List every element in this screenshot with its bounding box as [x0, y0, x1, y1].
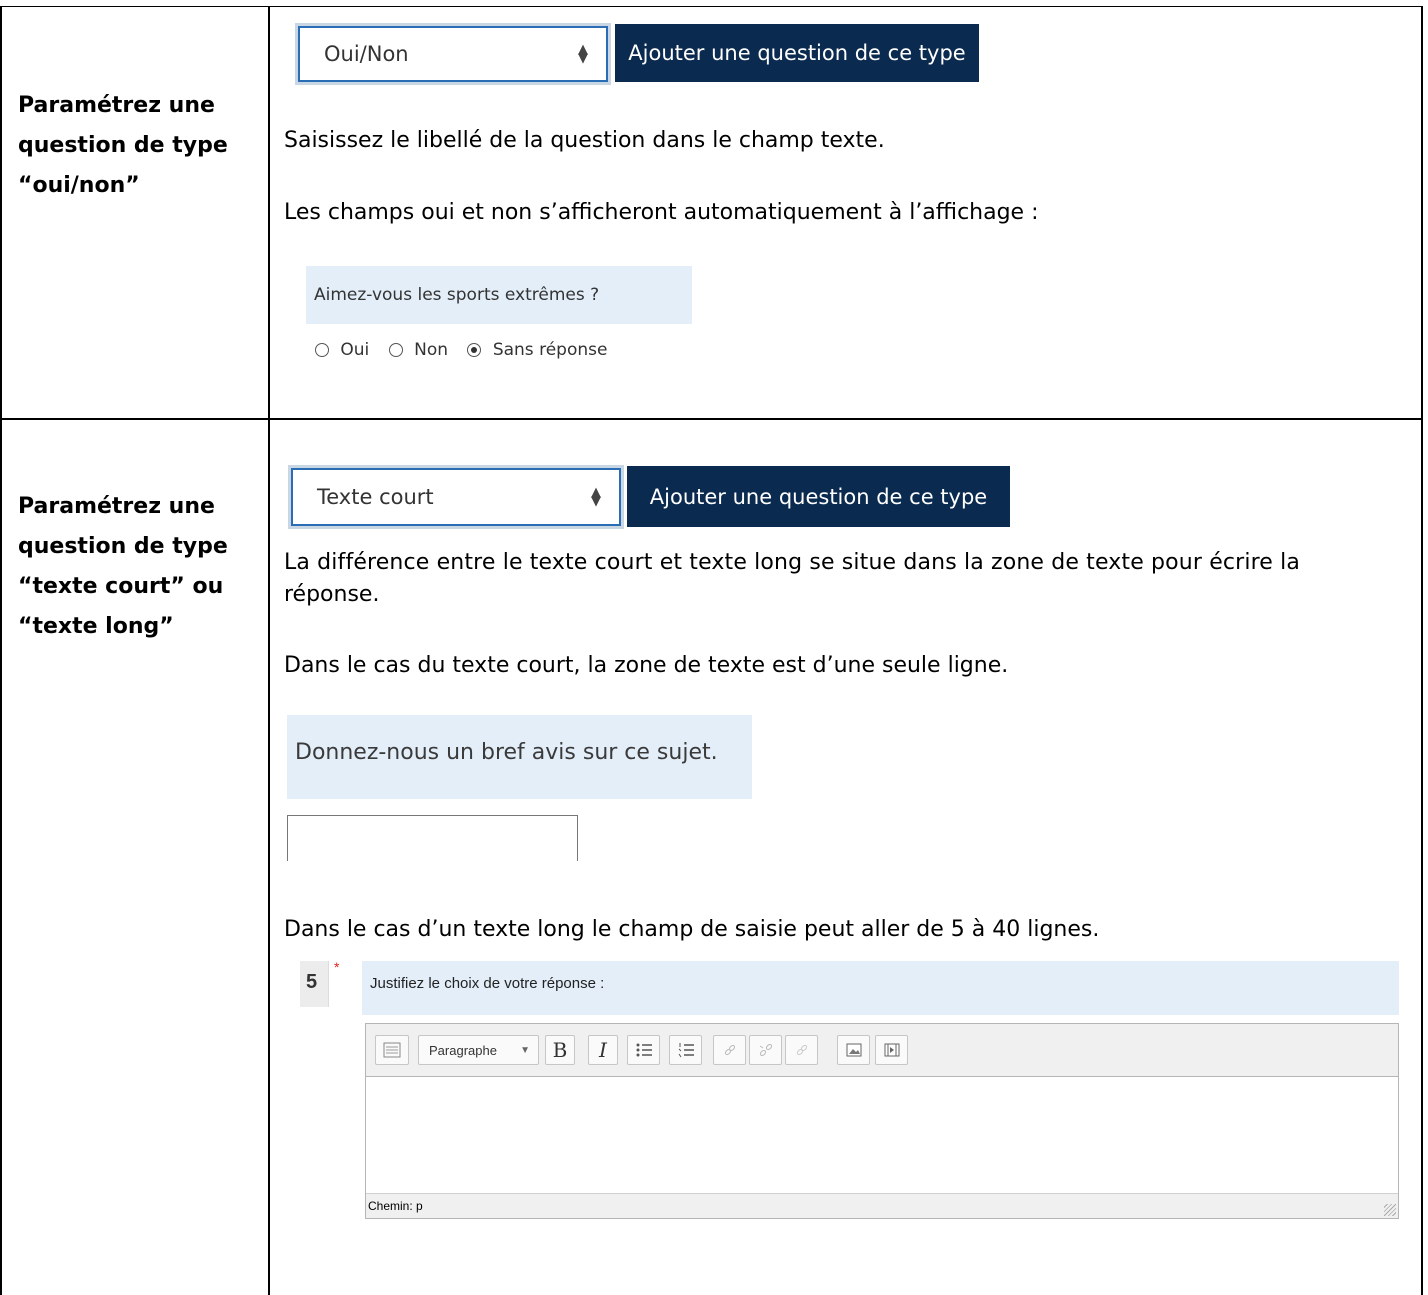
- row2-label-line: “texte long”: [18, 614, 174, 639]
- image-button[interactable]: [837, 1035, 870, 1065]
- bullet-list-icon: [636, 1043, 652, 1057]
- editor-content-area[interactable]: [366, 1077, 1398, 1193]
- preview-question-text: Donnez-nous un bref avis sur ce sujet.: [295, 740, 718, 765]
- editor-toolbar: Paragraphe ▼ B I: [366, 1024, 1398, 1077]
- select-arrows-icon: ▲ ▼: [578, 42, 588, 66]
- bold-icon: B: [552, 1038, 568, 1062]
- link-icon: [724, 1044, 735, 1056]
- unlink-icon: [759, 1043, 772, 1057]
- bullet-list-button[interactable]: [627, 1035, 660, 1065]
- row2-label-line: “texte court” ou: [18, 574, 224, 599]
- row2-instruction: réponse.: [284, 582, 380, 607]
- toolbar-toggle-icon[interactable]: [375, 1035, 409, 1065]
- row1-label-line: “oui/non”: [18, 173, 140, 198]
- question-number: 5: [306, 971, 318, 993]
- table-border-top: [0, 6, 1423, 7]
- format-select-value: Paragraphe: [429, 1042, 497, 1058]
- rich-text-editor[interactable]: Paragraphe ▼ B I Chemin: p: [365, 1023, 1399, 1219]
- required-marker: *: [334, 959, 340, 975]
- editor-statusbar: Chemin: p: [366, 1193, 1398, 1218]
- row1-instruction: Les champs oui et non s’afficheront auto…: [284, 200, 1039, 225]
- preview-question-text: Aimez-vous les sports extrêmes ?: [314, 285, 600, 305]
- row1-label-line: question de type: [18, 133, 228, 158]
- row2-label-line: Paramétrez une: [18, 494, 215, 519]
- numbered-list-button[interactable]: [669, 1035, 702, 1065]
- table-border-left: [0, 6, 2, 1295]
- media-icon: [884, 1043, 899, 1057]
- add-question-button[interactable]: Ajouter une question de ce type: [627, 466, 1010, 527]
- short-text-input[interactable]: [287, 815, 578, 861]
- select-value: Texte court: [317, 485, 434, 509]
- row-divider: [0, 418, 1423, 420]
- yesno-options: Oui Non Sans réponse: [315, 340, 607, 360]
- preview-question-text: Justifiez le choix de votre réponse :: [370, 975, 605, 992]
- unlink-button[interactable]: [749, 1035, 782, 1065]
- question-number-badge: 5: [300, 961, 329, 1007]
- column-divider: [268, 6, 270, 1295]
- numbered-list-icon: [678, 1043, 694, 1058]
- row2-instruction: Dans le cas d’un texte long le champ de …: [284, 917, 1100, 942]
- table-border-right: [1421, 6, 1423, 1295]
- resize-handle-icon[interactable]: [1384, 1204, 1396, 1216]
- radio-label: Non: [414, 340, 449, 360]
- row1-label-line: Paramétrez une: [18, 93, 215, 118]
- yesno-preview-question: Aimez-vous les sports extrêmes ?: [306, 266, 692, 324]
- dropdown-arrow-icon: ▼: [520, 1044, 530, 1056]
- add-question-button[interactable]: Ajouter une question de ce type: [615, 24, 979, 82]
- long-text-preview-question: Justifiez le choix de votre réponse :: [362, 961, 1399, 1015]
- image-icon: [846, 1043, 861, 1057]
- row2-instruction: La différence entre le texte court et te…: [284, 550, 1301, 575]
- select-arrows-icon: ▲ ▼: [591, 485, 601, 509]
- question-type-select[interactable]: Texte court ▲ ▼: [291, 468, 621, 526]
- italic-button[interactable]: I: [588, 1035, 618, 1065]
- anchor-button[interactable]: [785, 1035, 818, 1065]
- row1-instruction: Saisissez le libellé de la question dans…: [284, 128, 885, 153]
- radio-sans-reponse[interactable]: [467, 343, 482, 357]
- radio-non[interactable]: [388, 343, 403, 357]
- status-path: Chemin: p: [368, 1199, 423, 1213]
- row2-label: Paramétrez une question de type “texte c…: [18, 487, 248, 647]
- italic-icon: I: [599, 1038, 607, 1062]
- radio-oui[interactable]: [315, 343, 329, 357]
- question-type-select[interactable]: Oui/Non ▲ ▼: [298, 26, 608, 82]
- short-text-preview-question: Donnez-nous un bref avis sur ce sujet.: [287, 715, 752, 799]
- radio-label: Sans réponse: [492, 340, 608, 360]
- row2-instruction: Dans le cas du texte court, la zone de t…: [284, 653, 1009, 678]
- row2-label-line: question de type: [18, 534, 228, 559]
- bold-button[interactable]: B: [545, 1035, 575, 1065]
- link-button[interactable]: [713, 1035, 746, 1065]
- anchor-icon: [796, 1044, 807, 1056]
- row1-label: Paramétrez une question de type “oui/non…: [18, 86, 248, 206]
- paragraph-format-select[interactable]: Paragraphe ▼: [418, 1035, 539, 1065]
- radio-label: Oui: [340, 340, 370, 360]
- select-value: Oui/Non: [324, 42, 409, 66]
- media-button[interactable]: [875, 1035, 908, 1065]
